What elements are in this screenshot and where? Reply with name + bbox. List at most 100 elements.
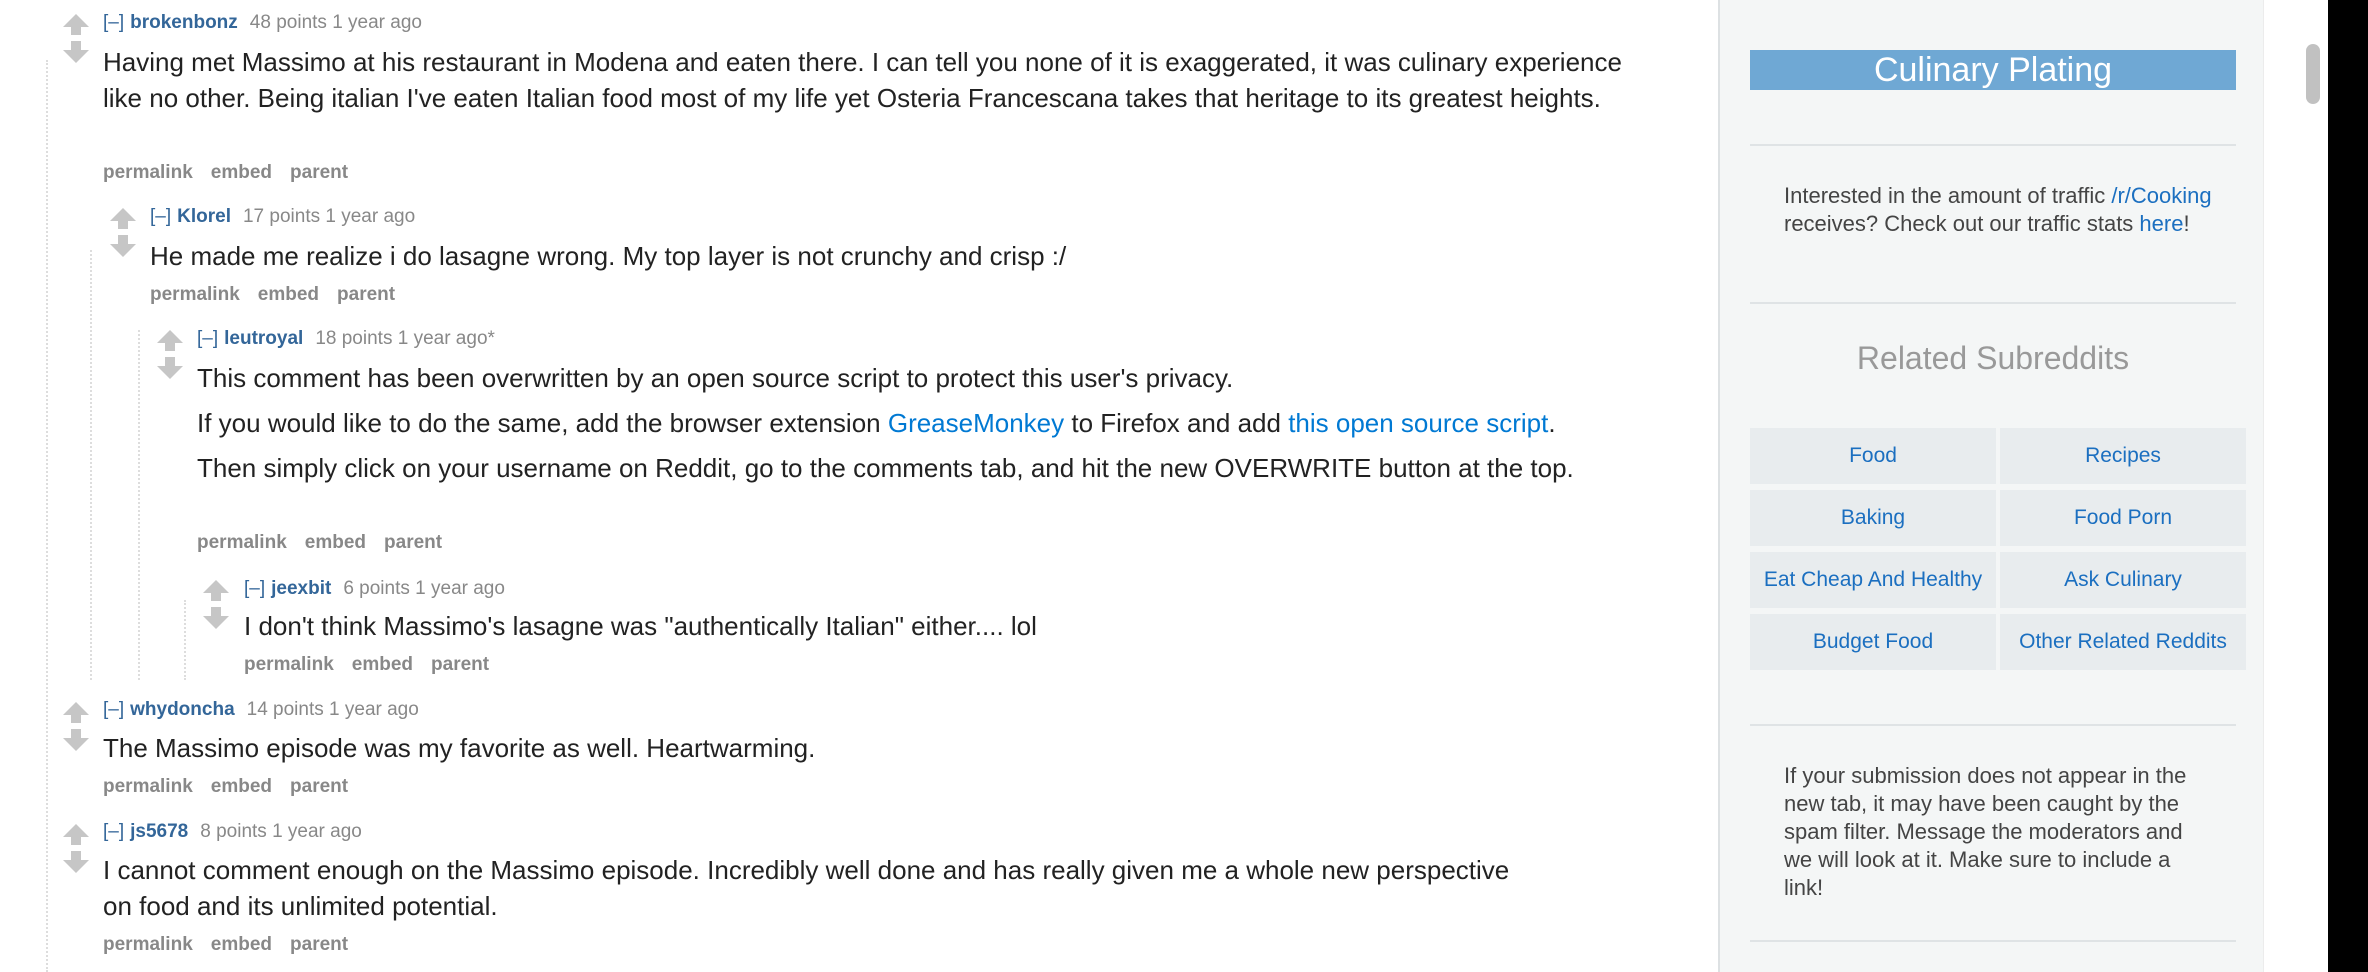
comment-author[interactable]: Klorel (177, 206, 231, 227)
upvote-arrow-icon[interactable] (157, 330, 183, 351)
parent-button[interactable]: parent (337, 284, 395, 305)
comment-tagline: [–] whydoncha 14 points 1 year ago (103, 699, 419, 721)
divider (1750, 144, 2236, 146)
comment-tagline: [–] js5678 8 points 1 year ago (103, 821, 362, 843)
related-subreddit-link[interactable]: Recipes (2000, 428, 2246, 484)
comment-author[interactable]: leutroyal (224, 328, 303, 349)
embed-button[interactable]: embed (305, 532, 366, 553)
comment-score: 14 points 1 year ago (246, 699, 419, 720)
text-fragment: receives? Check out our traffic stats (1784, 211, 2140, 236)
divider (1750, 302, 2236, 304)
upvote-arrow-icon[interactable] (110, 208, 136, 229)
related-subreddit-link[interactable]: Baking (1750, 490, 1996, 546)
cooking-subreddit-link[interactable]: /r/Cooking (2111, 183, 2211, 208)
embed-button[interactable]: embed (258, 284, 319, 305)
text-fragment: Interested in the amount of traffic (1784, 183, 2112, 208)
comment-area: [–] brokenbonz 48 points 1 year ago Having… (0, 0, 1718, 972)
divider (1750, 724, 2236, 726)
upvote-arrow-icon[interactable] (63, 702, 89, 723)
thread-line (138, 330, 140, 680)
comment-buttons: permalink embed parent (150, 284, 413, 306)
related-subreddits-heading: Related Subreddits (1856, 340, 2130, 376)
comment-buttons: permalink embed parent (103, 162, 366, 184)
comment-author[interactable]: js5678 (130, 821, 188, 842)
greasemonkey-link[interactable]: GreaseMonkey (888, 408, 1064, 438)
comment-text: Then simply click on your username on Re… (197, 453, 1574, 483)
comment-body: Having met Massimo at his restaurant in … (103, 44, 1623, 125)
scrollbar-thumb[interactable] (2306, 44, 2320, 104)
related-subreddit-link[interactable]: Ask Culinary (2000, 552, 2246, 608)
comment-body: This comment has been overwritten by an … (197, 360, 1717, 495)
comment-score: 6 points 1 year ago (343, 578, 505, 599)
comment-tagline: [–] brokenbonz 48 points 1 year ago (103, 12, 422, 34)
permalink-button[interactable]: permalink (197, 532, 287, 553)
scrollbar-track[interactable] (2263, 0, 2329, 972)
related-subreddit-link[interactable]: Food (1750, 428, 1996, 484)
parent-button[interactable]: parent (290, 934, 348, 955)
comment-buttons: permalink embed parent (103, 776, 366, 798)
collapse-toggle[interactable]: [–] (197, 328, 218, 349)
embed-button[interactable]: embed (211, 162, 272, 183)
related-subreddit-link[interactable]: Budget Food (1750, 614, 1996, 670)
comment-buttons: permalink embed parent (197, 532, 460, 554)
comment-text: I don't think Massimo's lasagne was "aut… (244, 611, 1037, 641)
parent-button[interactable]: parent (290, 776, 348, 797)
comment-score: 18 points 1 year ago* (315, 328, 495, 349)
permalink-button[interactable]: permalink (103, 776, 193, 797)
comment-text: If you would like to do the same, add th… (197, 405, 1717, 441)
comment-body: The Massimo episode was my favorite as w… (103, 730, 1603, 775)
comment-text: He made me realize i do lasagne wrong. M… (150, 241, 1067, 271)
permalink-button[interactable]: permalink (103, 162, 193, 183)
thread-line (90, 250, 92, 680)
traffic-note: Interested in the amount of traffic /r/C… (1784, 182, 2224, 238)
thread-line (46, 60, 48, 972)
upvote-arrow-icon[interactable] (63, 824, 89, 845)
text-fragment: If you would like to do the same, add th… (197, 408, 888, 438)
comment-author[interactable]: brokenbonz (130, 12, 238, 33)
upvote-arrow-icon[interactable] (63, 14, 89, 35)
embed-button[interactable]: embed (211, 934, 272, 955)
comment-body: I cannot comment enough on the Massimo e… (103, 852, 1543, 933)
comment-score: 8 points 1 year ago (200, 821, 362, 842)
permalink-button[interactable]: permalink (103, 934, 193, 955)
open-source-script-link[interactable]: this open source script (1288, 408, 1548, 438)
collapse-toggle[interactable]: [–] (150, 206, 171, 227)
comment-text: I cannot comment enough on the Massimo e… (103, 855, 1510, 921)
text-fragment: . (1548, 408, 1556, 438)
upvote-arrow-icon[interactable] (203, 580, 229, 601)
collapse-toggle[interactable]: [–] (244, 578, 265, 599)
window-edge (2328, 0, 2368, 972)
permalink-button[interactable]: permalink (150, 284, 240, 305)
spam-filter-note: If your submission does not appear in th… (1784, 763, 2187, 900)
related-subreddit-link[interactable]: Food Porn (2000, 490, 2246, 546)
embed-button[interactable]: embed (211, 776, 272, 797)
comment-tagline: [–] jeexbit 6 points 1 year ago (244, 578, 505, 600)
text-fragment: to Firefox and add (1064, 408, 1289, 438)
parent-button[interactable]: parent (384, 532, 442, 553)
comment-text: This comment has been overwritten by an … (197, 363, 1234, 393)
comment-author[interactable]: jeexbit (271, 578, 331, 599)
sidebar-title: Culinary Plating (1750, 50, 2236, 90)
permalink-button[interactable]: permalink (244, 654, 334, 675)
related-subreddit-link[interactable]: Eat Cheap And Healthy (1750, 552, 1996, 608)
comment-score: 17 points 1 year ago (242, 206, 416, 227)
text-fragment: ! (2183, 211, 2190, 236)
comment-body: He made me realize i do lasagne wrong. M… (150, 238, 1650, 283)
parent-button[interactable]: parent (290, 162, 348, 183)
related-subreddit-link[interactable]: Other Related Reddits (2000, 614, 2246, 670)
collapse-toggle[interactable]: [–] (103, 821, 124, 842)
comment-score: 48 points 1 year ago (249, 12, 422, 33)
traffic-stats-link[interactable]: here (2139, 211, 2183, 236)
comment-author[interactable]: whydoncha (130, 699, 235, 720)
comment-tagline: [–] Klorel 17 points 1 year ago (150, 206, 415, 228)
parent-button[interactable]: parent (431, 654, 489, 675)
comment-tagline: [–] leutroyal 18 points 1 year ago* (197, 328, 495, 350)
thread-line (184, 600, 186, 680)
divider (1750, 940, 2236, 942)
collapse-toggle[interactable]: [–] (103, 699, 124, 720)
comment-text: The Massimo episode was my favorite as w… (103, 733, 816, 763)
comment-buttons: permalink embed parent (103, 934, 366, 956)
comment-body: I don't think Massimo's lasagne was "aut… (244, 608, 1684, 653)
embed-button[interactable]: embed (352, 654, 413, 675)
collapse-toggle[interactable]: [–] (103, 12, 124, 33)
